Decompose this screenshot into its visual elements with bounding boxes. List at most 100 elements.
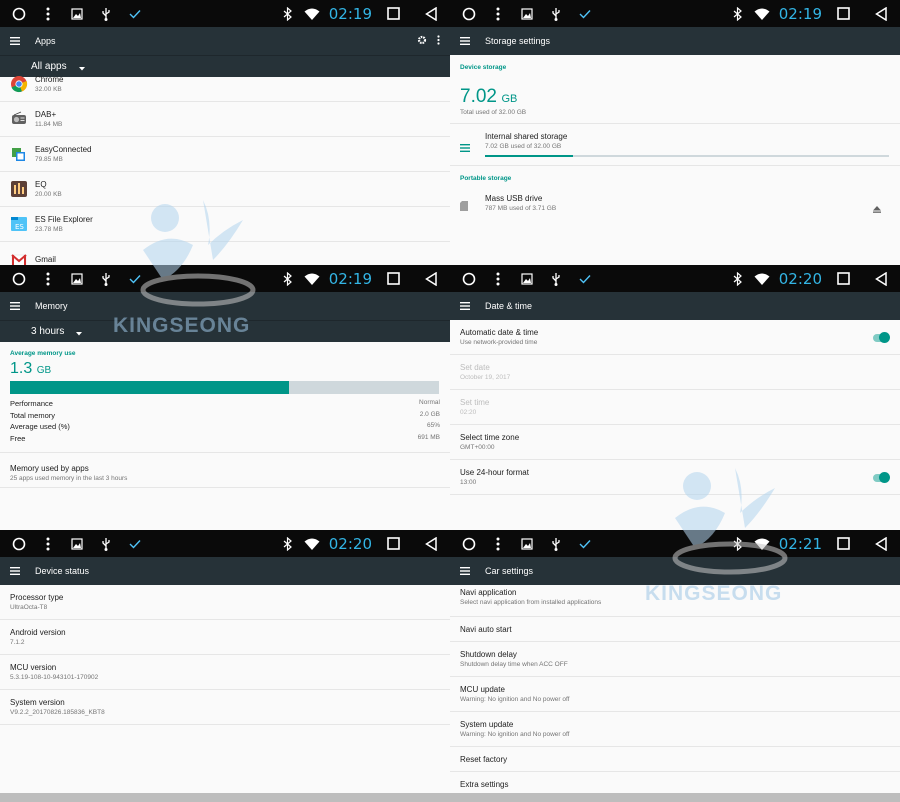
- recents-square-icon[interactable]: [832, 3, 854, 25]
- eject-icon[interactable]: [873, 200, 881, 218]
- navi-application-item[interactable]: Navi application Select navi application…: [450, 582, 900, 617]
- avg-memory: 1.3 GB: [10, 360, 440, 378]
- item-sub: Shutdown delay time when ACC OFF: [460, 661, 568, 668]
- more-vert-icon[interactable]: [37, 533, 59, 555]
- back-triangle-icon[interactable]: [870, 533, 892, 555]
- home-circle-icon[interactable]: [8, 268, 30, 290]
- item-title: Shutdown delay: [460, 650, 517, 659]
- more-vert-icon[interactable]: [487, 533, 509, 555]
- reset-factory-item[interactable]: Reset factory: [450, 747, 900, 772]
- usb-icon: [95, 268, 117, 290]
- stat-label: Average used (%): [10, 422, 70, 431]
- back-triangle-icon[interactable]: [420, 3, 442, 25]
- menu-icon[interactable]: [460, 34, 474, 48]
- navi-auto-start-item[interactable]: Navi auto start: [450, 617, 900, 642]
- status-bar: 02:19: [0, 0, 450, 27]
- usb-icon: [545, 3, 567, 25]
- home-circle-icon[interactable]: [458, 533, 480, 555]
- image-icon: [516, 3, 538, 25]
- shutdown-delay-item[interactable]: Shutdown delay Shutdown delay time when …: [450, 642, 900, 677]
- list-item[interactable]: Gmail: [0, 242, 450, 265]
- item-title: Android version: [10, 628, 66, 637]
- internal-storage-item[interactable]: Internal shared storage 7.02 GB used of …: [450, 123, 900, 166]
- clock: 02:20: [328, 534, 372, 553]
- menu-icon[interactable]: [10, 299, 24, 313]
- item-title: Extra settings: [460, 780, 509, 789]
- app-bar: Car settings: [450, 557, 900, 585]
- list-item[interactable]: DAB+ 11.84 MB: [0, 102, 450, 137]
- page-title: Memory: [35, 301, 68, 311]
- automatic-date-time-item[interactable]: Automatic date & time Use network-provid…: [450, 320, 900, 355]
- item-title: System update: [460, 720, 514, 729]
- device-status-list: Processor type UltraOcta-T8 Android vers…: [0, 585, 450, 725]
- storage-used-summary: 7.02 GB: [460, 86, 890, 108]
- home-circle-icon[interactable]: [8, 533, 30, 555]
- automatic-time-toggle[interactable]: [873, 332, 890, 343]
- stat-row: Free 691 MB: [10, 434, 440, 446]
- more-vert-icon[interactable]: [487, 3, 509, 25]
- item-sub: Warning: No ignition and No power off: [460, 731, 570, 738]
- memory-used-by-apps-item[interactable]: Memory used by apps 25 apps used memory …: [0, 452, 450, 488]
- app-size: 32.00 KB: [35, 86, 62, 93]
- item-sub: UltraOcta-T8: [10, 604, 48, 611]
- app-name: EasyConnected: [35, 145, 92, 154]
- system-update-item[interactable]: System update Warning: No ignition and N…: [450, 712, 900, 747]
- item-sub: Select navi application from installed a…: [460, 599, 602, 606]
- usb-drive-item[interactable]: Mass USB drive 787 MB used of 3.71 GB: [450, 182, 900, 222]
- image-icon: [516, 268, 538, 290]
- recents-square-icon[interactable]: [832, 533, 854, 555]
- back-triangle-icon[interactable]: [420, 268, 442, 290]
- gear-icon[interactable]: [417, 32, 427, 50]
- menu-icon[interactable]: [10, 564, 24, 578]
- recents-square-icon[interactable]: [382, 533, 404, 555]
- recents-square-icon[interactable]: [382, 3, 404, 25]
- menu-icon[interactable]: [10, 34, 24, 48]
- app-name: Chrome: [35, 75, 64, 84]
- app-name: Gmail: [35, 255, 56, 264]
- stat-label: Performance: [10, 399, 53, 408]
- menu-icon[interactable]: [460, 564, 474, 578]
- home-circle-icon[interactable]: [8, 3, 30, 25]
- device-status-panel: 02:20 Device status Processor type Ultra…: [0, 530, 450, 802]
- stat-value: 65%: [426, 422, 440, 429]
- sd-card-icon: [460, 198, 469, 216]
- app-size: 79.85 MB: [35, 156, 63, 163]
- memory-period-dropdown[interactable]: 3 hours: [0, 320, 450, 342]
- overflow-menu-icon[interactable]: [437, 32, 440, 50]
- recents-square-icon[interactable]: [832, 268, 854, 290]
- more-vert-icon[interactable]: [37, 268, 59, 290]
- back-triangle-icon[interactable]: [870, 3, 892, 25]
- apps-panel: 02:19 Apps All apps Chrome 32.00 KB DAB+ 1…: [0, 0, 450, 265]
- more-vert-icon[interactable]: [487, 268, 509, 290]
- list-item[interactable]: EasyConnected 79.85 MB: [0, 137, 450, 172]
- memory-panel: 02:19 Memory 3 hours Average memory use …: [0, 265, 450, 530]
- back-triangle-icon[interactable]: [870, 268, 892, 290]
- home-circle-icon[interactable]: [458, 268, 480, 290]
- mcu-update-item[interactable]: MCU update Warning: No ignition and No p…: [450, 677, 900, 712]
- use-24-hour-item[interactable]: Use 24-hour format 13:00: [450, 460, 900, 495]
- check-icon: [574, 533, 596, 555]
- bluetooth-icon: [727, 533, 749, 555]
- wifi-icon: [751, 533, 773, 555]
- menu-icon[interactable]: [460, 299, 474, 313]
- list-item[interactable]: ES ES File Explorer 23.78 MB: [0, 207, 450, 242]
- more-vert-icon[interactable]: [37, 3, 59, 25]
- app-name: EQ: [35, 180, 47, 189]
- item-title: Automatic date & time: [460, 328, 539, 337]
- item-title: Navi application: [460, 588, 517, 597]
- app-bar: Date & time: [450, 292, 900, 320]
- bottom-strip: [0, 793, 900, 802]
- app-size: 11.84 MB: [35, 121, 63, 128]
- back-triangle-icon[interactable]: [420, 533, 442, 555]
- app-name: ES File Explorer: [35, 215, 93, 224]
- used-caption: Total used of 32.00 GB: [460, 109, 527, 116]
- home-circle-icon[interactable]: [458, 3, 480, 25]
- 24-hour-toggle[interactable]: [873, 472, 890, 483]
- bluetooth-icon: [277, 533, 299, 555]
- list-item[interactable]: EQ 20.00 KB: [0, 172, 450, 207]
- device-storage-section: Device storage 7.02 GB Total used of 32.…: [450, 55, 900, 116]
- list-item[interactable]: Chrome 32.00 KB: [0, 67, 450, 102]
- system-version-item: System version V9.2.2_20170826.185836_KB…: [0, 690, 450, 725]
- select-time-zone-item[interactable]: Select time zone GMT+00:00: [450, 425, 900, 460]
- recents-square-icon[interactable]: [382, 268, 404, 290]
